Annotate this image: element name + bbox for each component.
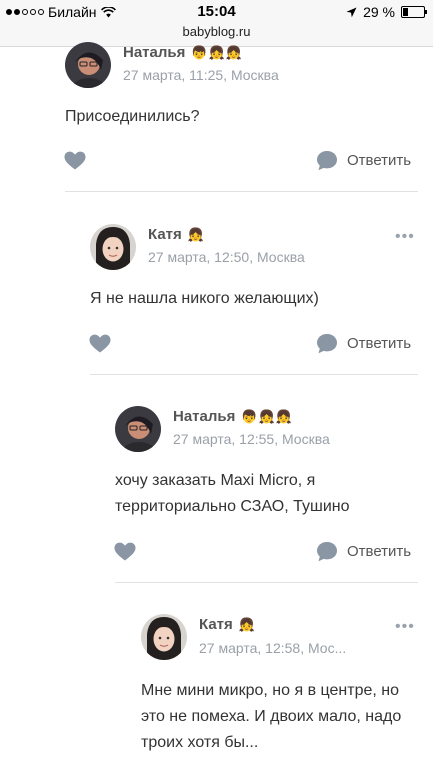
more-options-icon[interactable]: ••• — [395, 618, 415, 636]
more-options-icon[interactable]: ••• — [395, 228, 415, 246]
children-badges-icon: 👧 — [238, 616, 256, 632]
reply-label[interactable]: Ответить — [347, 335, 411, 352]
reply-label[interactable]: Ответить — [347, 152, 411, 169]
avatar[interactable] — [115, 406, 161, 452]
location-arrow-icon — [346, 7, 357, 17]
speech-bubble-icon — [317, 151, 337, 171]
heart-icon[interactable] — [114, 542, 136, 561]
reply-button[interactable]: Ответить — [316, 150, 411, 171]
comment-text: Я не нашла никого желающих) — [90, 290, 319, 307]
heart-icon[interactable] — [64, 151, 86, 170]
speech-bubble-icon — [317, 334, 337, 354]
author-name[interactable]: Катя — [199, 616, 233, 633]
comment-text: хочу заказать Maxi Micro, я территориаль… — [115, 472, 350, 515]
divider — [65, 191, 418, 192]
avatar[interactable] — [65, 42, 111, 88]
children-badges-icon: 👦👧👧 — [241, 408, 293, 424]
comment-date: 27 марта, 11:25, Москва — [123, 67, 279, 83]
avatar[interactable] — [141, 614, 187, 660]
author-name[interactable]: Наталья — [173, 408, 235, 425]
comment-author[interactable]: Наталья 👦👧👧 — [123, 44, 243, 61]
children-badges-icon: 👧 — [187, 226, 205, 242]
reply-button[interactable]: Ответить — [316, 333, 411, 354]
reply-button[interactable]: Ответить — [316, 541, 411, 562]
comment-text: Присоединились? — [65, 108, 200, 125]
comment-author[interactable]: Наталья 👦👧👧 — [173, 408, 293, 425]
address-bar-url[interactable]: babyblog.ru — [0, 24, 433, 39]
divider — [90, 374, 418, 375]
battery-percent: 29 % — [363, 4, 395, 20]
comment-text: Мне мини микро, но я в центре, но это не… — [141, 682, 402, 751]
divider — [115, 582, 418, 583]
heart-icon[interactable] — [89, 334, 111, 353]
children-badges-icon: 👦👧👧 — [191, 44, 243, 60]
comment-author[interactable]: Катя 👧 — [199, 616, 256, 633]
comment-date: 27 марта, 12:55, Москва — [173, 431, 330, 447]
reply-label[interactable]: Ответить — [347, 543, 411, 560]
comment-author[interactable]: Катя 👧 — [148, 226, 205, 243]
author-name[interactable]: Катя — [148, 226, 182, 243]
battery-icon — [401, 6, 427, 18]
avatar[interactable] — [90, 224, 136, 270]
comment-date: 27 марта, 12:50, Москва — [148, 249, 305, 265]
comment-date: 27 марта, 12:58, Мос... — [199, 640, 347, 656]
author-name[interactable]: Наталья — [123, 44, 185, 61]
speech-bubble-icon — [317, 542, 337, 562]
status-right: 29 % — [346, 4, 427, 20]
status-bar: Билайн 15:04 babyblog.ru 29 % — [0, 0, 433, 47]
